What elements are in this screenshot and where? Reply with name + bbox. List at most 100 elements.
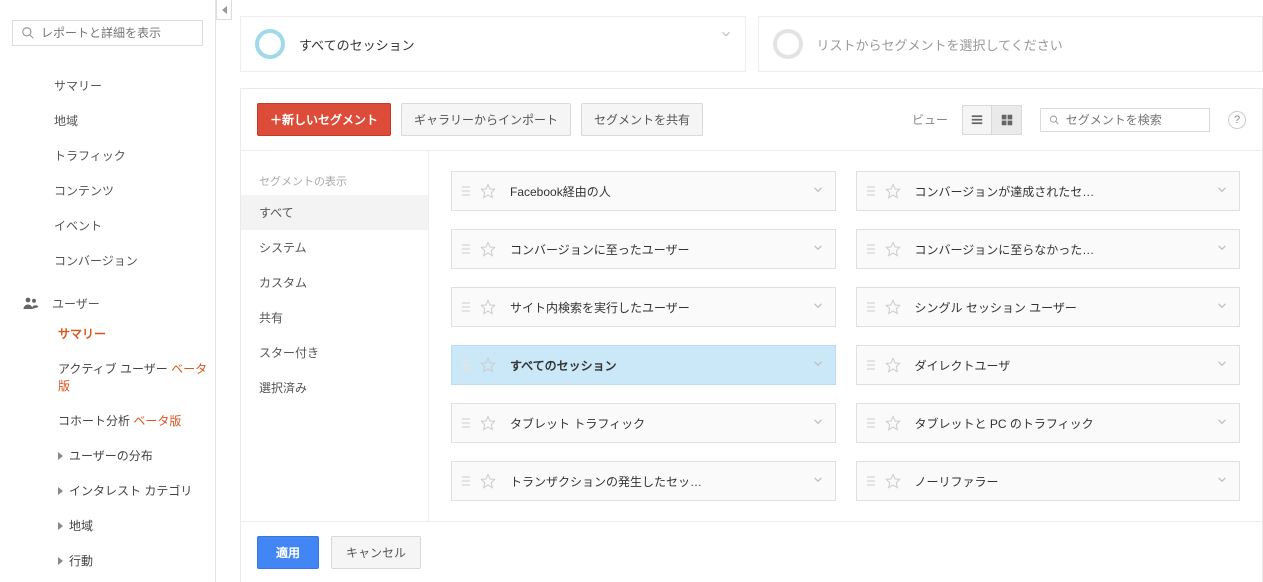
chevron-down-icon[interactable]: [811, 183, 825, 200]
help-button[interactable]: ?: [1228, 111, 1246, 129]
view-label: ビュー: [912, 111, 948, 128]
sidebar-collapse-handle[interactable]: [216, 0, 232, 20]
segment-card[interactable]: トランザクションの発生したセッ…: [451, 461, 836, 501]
sidebar-sub-active-users[interactable]: アクティブ ユーザー ベータ版: [0, 351, 215, 403]
sidebar-top-item[interactable]: コンバージョン: [0, 243, 215, 278]
star-icon[interactable]: [480, 473, 496, 489]
sidebar-top-item[interactable]: イベント: [0, 208, 215, 243]
grip-icon: [462, 186, 470, 196]
grip-icon: [462, 476, 470, 486]
segment-current-label: すべてのセッション: [299, 35, 415, 54]
segment-card[interactable]: コンバージョンが達成されたセ…: [856, 171, 1241, 211]
star-icon[interactable]: [480, 183, 496, 199]
segment-card[interactable]: ダイレクトユーザ: [856, 345, 1241, 385]
cancel-button[interactable]: キャンセル: [331, 536, 421, 569]
segment-card[interactable]: シングル セッション ユーザー: [856, 287, 1241, 327]
star-icon[interactable]: [885, 299, 901, 315]
segment-panel: ＋新しいセグメント ギャラリーからインポート セグメントを共有 ビュー: [240, 88, 1263, 582]
filter-system[interactable]: システム: [241, 230, 428, 265]
filters-header: セグメントの表示: [241, 173, 428, 195]
sidebar-sub-summary[interactable]: サマリー: [0, 316, 215, 351]
segment-card-title: コンバージョンが達成されたセ…: [915, 183, 1230, 200]
grip-icon: [867, 186, 875, 196]
segment-card-title: シングル セッション ユーザー: [915, 299, 1230, 316]
segment-card[interactable]: サイト内検索を実行したユーザー: [451, 287, 836, 327]
view-grid-button[interactable]: [992, 105, 1022, 135]
chevron-down-icon[interactable]: [811, 241, 825, 258]
beta-badge: ベータ版: [133, 414, 181, 428]
segment-card[interactable]: Facebook経由の人: [451, 171, 836, 211]
star-icon[interactable]: [480, 241, 496, 257]
apply-button[interactable]: 適用: [257, 536, 319, 569]
filter-selected[interactable]: 選択済み: [241, 370, 428, 405]
segment-current-box[interactable]: すべてのセッション: [240, 16, 746, 72]
chevron-down-icon[interactable]: [811, 473, 825, 490]
star-icon[interactable]: [885, 473, 901, 489]
chevron-down-icon[interactable]: [1215, 299, 1229, 316]
chevron-down-icon[interactable]: [811, 299, 825, 316]
filter-starred[interactable]: スター付き: [241, 335, 428, 370]
sidebar-search[interactable]: [12, 20, 203, 46]
filter-shared[interactable]: 共有: [241, 300, 428, 335]
sidebar-top-item[interactable]: サマリー: [0, 68, 215, 103]
star-icon[interactable]: [885, 241, 901, 257]
segment-card[interactable]: コンバージョンに至ったユーザー: [451, 229, 836, 269]
users-icon: [22, 294, 40, 312]
sidebar-expand-item[interactable]: インタレスト カテゴリ: [0, 473, 215, 508]
grip-icon: [462, 360, 470, 370]
segment-search-input[interactable]: [1066, 113, 1201, 127]
star-icon[interactable]: [480, 415, 496, 431]
share-segment-button[interactable]: セグメントを共有: [581, 103, 703, 136]
chevron-down-icon[interactable]: [1215, 357, 1229, 374]
segment-card[interactable]: ノーリファラー: [856, 461, 1241, 501]
segment-card[interactable]: タブレットと PC のトラフィック: [856, 403, 1241, 443]
segment-circle-placeholder-icon: [773, 29, 803, 59]
chevron-down-icon[interactable]: [1215, 473, 1229, 490]
grip-icon: [867, 244, 875, 254]
segment-circle-icon: [255, 29, 285, 59]
list-icon: [970, 113, 984, 127]
star-icon[interactable]: [480, 357, 496, 373]
segment-card[interactable]: コンバージョンに至らなかった…: [856, 229, 1241, 269]
sidebar-sub-cohort[interactable]: コホート分析 ベータ版: [0, 403, 215, 438]
sidebar-top-item[interactable]: 地域: [0, 103, 215, 138]
star-icon[interactable]: [885, 357, 901, 373]
sidebar-expand-item[interactable]: ユーザーの環境: [0, 578, 215, 582]
new-segment-button[interactable]: ＋新しいセグメント: [257, 103, 391, 136]
sidebar-item-label: インタレスト カテゴリ: [69, 484, 192, 498]
sidebar-expand-item[interactable]: 行動: [0, 543, 215, 578]
filter-all[interactable]: すべて: [241, 195, 428, 230]
grip-icon: [867, 418, 875, 428]
grid-icon: [1000, 113, 1014, 127]
sidebar-expand-item[interactable]: 地域: [0, 508, 215, 543]
star-icon[interactable]: [480, 299, 496, 315]
view-list-button[interactable]: [962, 105, 992, 135]
star-icon[interactable]: [885, 183, 901, 199]
sidebar-top-item[interactable]: トラフィック: [0, 138, 215, 173]
star-icon[interactable]: [885, 415, 901, 431]
sidebar-search-input[interactable]: [41, 26, 194, 40]
segment-card-title: ノーリファラー: [915, 473, 1230, 490]
sidebar-item-label: 地域: [69, 519, 93, 533]
triangle-icon: [58, 557, 63, 565]
chevron-down-icon[interactable]: [811, 415, 825, 432]
chevron-down-icon[interactable]: [811, 357, 825, 374]
chevron-down-icon[interactable]: [1215, 183, 1229, 200]
segment-card-title: Facebook経由の人: [510, 183, 825, 200]
chevron-down-icon[interactable]: [1215, 415, 1229, 432]
segment-card[interactable]: タブレット トラフィック: [451, 403, 836, 443]
sidebar-section-user[interactable]: ユーザー: [0, 278, 215, 316]
chevron-down-icon[interactable]: [1215, 241, 1229, 258]
segment-search[interactable]: [1040, 108, 1210, 132]
segment-add-box[interactable]: リストからセグメントを選択してください: [758, 16, 1263, 72]
sidebar-expand-item[interactable]: ユーザーの分布: [0, 438, 215, 473]
segment-card[interactable]: すべてのセッション: [451, 345, 836, 385]
search-icon: [1049, 114, 1060, 126]
main-area: すべてのセッション リストからセグメントを選択してください ＋新しいセグメント …: [240, 0, 1263, 582]
sidebar-top-item[interactable]: コンテンツ: [0, 173, 215, 208]
triangle-left-icon: [222, 6, 227, 14]
filter-custom[interactable]: カスタム: [241, 265, 428, 300]
import-gallery-button[interactable]: ギャラリーからインポート: [401, 103, 571, 136]
triangle-icon: [58, 487, 63, 495]
sidebar-item-label: 行動: [69, 554, 93, 568]
